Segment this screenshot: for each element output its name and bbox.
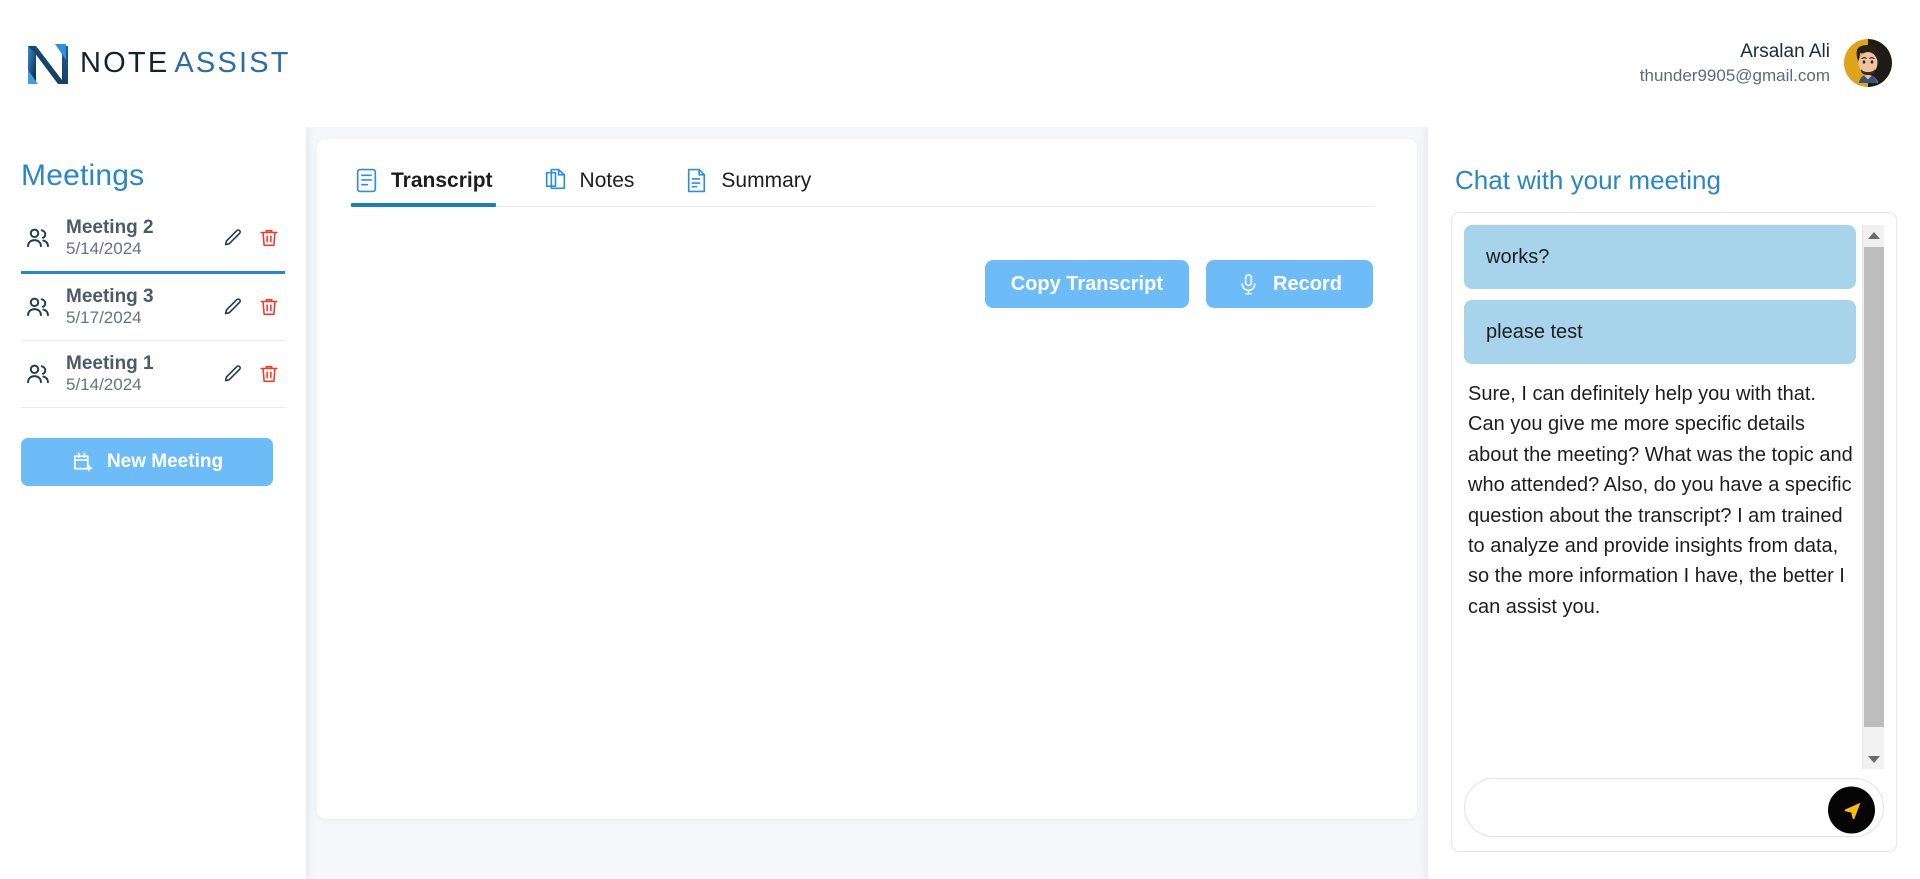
meeting-list-item[interactable]: Meeting 3 5/17/2024: [21, 274, 285, 341]
sidebar-title: Meetings: [21, 159, 145, 192]
meeting-date: 5/14/2024: [66, 374, 142, 394]
logo-assist-text: ASSIST: [174, 47, 291, 79]
content-tabs: Transcript Notes Summary: [351, 163, 1375, 207]
copy-transcript-button[interactable]: Copy Transcript: [984, 260, 1189, 308]
tab-transcript[interactable]: Transcript: [351, 163, 496, 207]
chat-scrollbar[interactable]: [1862, 225, 1884, 769]
user-name: Arsalan Ali: [1740, 41, 1830, 63]
n-monogram-icon: [28, 43, 68, 84]
microphone-icon: [1241, 273, 1256, 294]
send-button[interactable]: [1828, 786, 1875, 834]
tabs-divider: [352, 206, 1375, 207]
tab-transcript-label: Transcript: [391, 168, 493, 192]
chat-message: works?: [1464, 225, 1856, 289]
transcript-document-icon: [356, 168, 377, 193]
meeting-texts: Meeting 2 5/14/2024: [66, 216, 207, 260]
calendar-plus-icon: [73, 452, 93, 472]
tab-notes-label: Notes: [579, 168, 635, 192]
record-button[interactable]: Record: [1206, 260, 1373, 308]
scroll-down-arrow-icon[interactable]: [1863, 749, 1884, 769]
chat-box: works? please test Sure, I can definitel…: [1451, 212, 1897, 852]
app-logo[interactable]: NOTE ASSIST: [22, 40, 291, 88]
chat-message-list: works? please test Sure, I can definitel…: [1464, 225, 1884, 769]
meeting-name: Meeting 1: [66, 352, 154, 374]
meeting-name: Meeting 2: [66, 217, 154, 238]
chat-input-row: [1464, 769, 1884, 851]
user-avatar-icon: [1844, 39, 1892, 88]
delete-trash-icon[interactable]: [258, 363, 280, 385]
meeting-actions: [221, 227, 280, 249]
chat-bubble-user: works?: [1464, 225, 1856, 289]
chat-bubble-user: please test: [1464, 300, 1856, 364]
user-account-block[interactable]: Arsalan Ali thunder9905@gmail.com: [1640, 39, 1892, 88]
chat-panel-title: Chat with your meeting: [1455, 165, 1721, 195]
app-header: NOTE ASSIST Arsalan Ali thunder9905@gmai…: [0, 0, 1920, 127]
meeting-date: 5/14/2024: [66, 239, 142, 259]
meeting-texts: Meeting 1 5/14/2024: [66, 352, 207, 396]
edit-pencil-icon[interactable]: [221, 227, 243, 249]
meeting-texts: Meeting 3 5/17/2024: [66, 285, 207, 329]
meetings-sidebar: Meetings Meeting 2 5/14/2024 Meeting 3 5…: [0, 127, 306, 879]
meeting-name: Meeting 3: [66, 285, 154, 307]
meeting-list-item[interactable]: Meeting 1 5/14/2024: [21, 341, 285, 408]
meeting-date: 5/17/2024: [66, 308, 142, 328]
transcript-actions: Copy Transcript Record: [352, 260, 1375, 308]
user-email: thunder9905@gmail.com: [1639, 65, 1830, 85]
meeting-list: Meeting 2 5/14/2024 Meeting 3 5/17/2024 …: [21, 205, 285, 408]
chat-input[interactable]: [1464, 778, 1884, 837]
meeting-actions: [221, 296, 280, 318]
tab-notes[interactable]: Notes: [541, 163, 637, 207]
transcript-text-area[interactable]: [352, 308, 1375, 738]
transcript-card: Transcript Notes Summary Copy Transcript…: [317, 139, 1417, 819]
scroll-up-arrow-icon[interactable]: [1863, 225, 1884, 245]
send-arrow-icon: [1844, 802, 1860, 819]
people-icon: [27, 228, 49, 248]
logo-note-text: NOTE: [80, 47, 170, 79]
people-icon: [27, 364, 49, 383]
user-info: Arsalan Ali thunder9905@gmail.com: [1640, 39, 1830, 88]
main-content-band: Transcript Notes Summary Copy Transcript…: [306, 127, 1428, 879]
meeting-list-item[interactable]: Meeting 2 5/14/2024: [21, 205, 285, 274]
record-label: Record: [1273, 272, 1342, 295]
scrollbar-thumb[interactable]: [1864, 247, 1884, 727]
chat-message: please test: [1464, 300, 1856, 364]
new-meeting-label: New Meeting: [106, 450, 224, 472]
summary-document-icon: [688, 168, 706, 193]
chat-bubble-assistant: Sure, I can definitely help you with tha…: [1468, 383, 1853, 618]
tab-summary[interactable]: Summary: [682, 163, 813, 207]
meeting-actions: [221, 363, 280, 385]
edit-pencil-icon[interactable]: [221, 363, 243, 385]
people-icon: [27, 297, 49, 317]
edit-pencil-icon[interactable]: [221, 296, 243, 318]
delete-trash-icon[interactable]: [258, 296, 280, 318]
avatar[interactable]: [1844, 39, 1892, 88]
copy-transcript-label: Copy Transcript: [1010, 272, 1163, 295]
delete-trash-icon[interactable]: [258, 227, 280, 249]
logo-wordmark: NOTE ASSIST: [80, 47, 291, 80]
tab-summary-label: Summary: [721, 168, 812, 192]
new-meeting-button[interactable]: New Meeting: [21, 437, 273, 486]
chat-message: Sure, I can definitely help you with tha…: [1464, 375, 1856, 622]
copy-pages-icon: [545, 168, 565, 190]
chat-panel: Chat with your meeting works? please tes…: [1428, 127, 1920, 879]
